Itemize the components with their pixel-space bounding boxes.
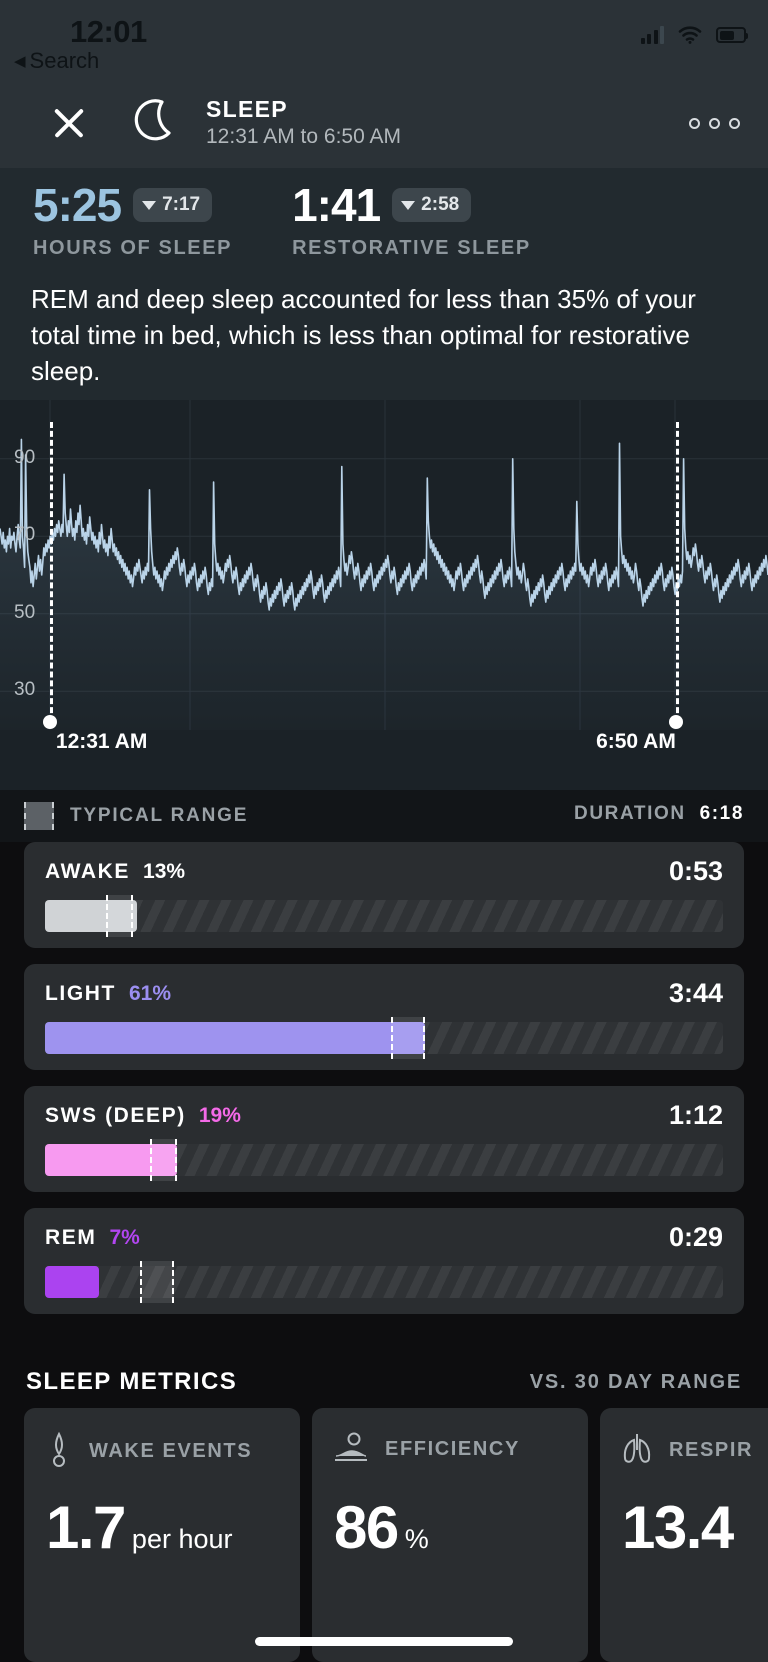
stage-progress-track (45, 1261, 723, 1303)
moon-icon (128, 93, 184, 154)
typical-range-legend: TYPICAL RANGE (24, 802, 248, 830)
hours-of-sleep-value: 5:25 (33, 179, 122, 231)
stage-duration: 0:29 (668, 1222, 723, 1252)
metric-value-group: 13.4 (622, 1494, 734, 1561)
duration-label: DURATION (574, 803, 686, 824)
stage-percent: 7% (109, 1226, 140, 1249)
metric-card-respir[interactable]: RESPIR 13.4 (600, 1408, 768, 1662)
metric-label: WAKE EVENTS (89, 1440, 253, 1462)
status-bar-icons (640, 26, 748, 44)
restorative-sleep-value: 1:41 (292, 179, 381, 231)
stage-progress-track (45, 895, 723, 937)
metric-head: RESPIR (620, 1430, 753, 1471)
signal-bars-icon (640, 26, 664, 44)
stat-hours-of-sleep: 5:25 7:17 HOURS OF SLEEP (33, 182, 232, 260)
hours-of-sleep-label: HOURS OF SLEEP (33, 237, 233, 259)
more-options-icon[interactable] (689, 117, 740, 129)
metric-head: EFFICIENCY (332, 1430, 520, 1469)
stage-card-head: SWS (DEEP) 19% (45, 1104, 241, 1128)
hours-of-sleep-comparison-value: 7:17 (162, 194, 201, 215)
wifi-icon (678, 26, 702, 44)
typical-range-label: TYPICAL RANGE (70, 805, 249, 826)
stage-progress-fill (45, 1266, 100, 1298)
stage-card-awake[interactable]: AWAKE 13% 0:53 (24, 842, 744, 948)
stage-percent: 13% (143, 860, 186, 883)
stage-card-rem[interactable]: REM 7% 0:29 (24, 1208, 744, 1314)
sleep-metrics-header: SLEEP METRICS VS. 30 DAY RANGE (0, 1368, 768, 1410)
duration-value: 6:18 (699, 803, 744, 824)
sleep-stage-cards: AWAKE 13% 0:53 LIGHT 61% 3:44 SWS (DEEP) (0, 842, 768, 1330)
status-bar: 12:01 (0, 0, 768, 78)
stage-percent: 19% (198, 1104, 241, 1127)
status-bar-time: 12:01 (70, 14, 147, 49)
typical-range-swatch-icon (24, 802, 54, 830)
stat-restorative-sleep: 1:41 2:58 RESTORATIVE SLEEP (292, 182, 531, 260)
sleep-metrics-title: SLEEP METRICS (26, 1368, 238, 1395)
header-text-block: SLEEP 12:31 AM to 6:50 AM (206, 96, 401, 149)
duration-display: DURATION 6:18 (574, 803, 744, 825)
stage-card-light[interactable]: LIGHT 61% 3:44 (24, 964, 744, 1070)
stage-duration: 0:53 (668, 856, 723, 886)
metric-card-efficiency[interactable]: EFFICIENCY 86 % (312, 1408, 588, 1662)
sleep-detail-screen: 12:01 ◀ Search SLEEP 12:31 AM to 6:50 AM… (0, 0, 768, 1662)
down-arrow-icon (401, 200, 416, 210)
restorative-sleep-label: RESTORATIVE SLEEP (292, 237, 531, 259)
restorative-sleep-comparison-value: 2:58 (421, 194, 460, 215)
restorative-sleep-comparison-pill: 2:58 (392, 188, 472, 222)
back-to-search-link[interactable]: ◀ Search (14, 48, 99, 74)
stage-typical-range-marker (150, 1139, 178, 1181)
back-caret-icon: ◀ (14, 53, 26, 70)
typical-range-legend-row: TYPICAL RANGE DURATION 6:18 (0, 790, 768, 842)
stage-card-head: AWAKE 13% (45, 860, 185, 884)
metric-head: WAKE EVENTS (44, 1430, 252, 1473)
stage-card-head: REM 7% (45, 1226, 140, 1250)
app-header: SLEEP 12:31 AM to 6:50 AM (0, 78, 768, 168)
back-label: Search (29, 48, 100, 73)
page-title: SLEEP (206, 96, 288, 123)
stage-progress-track (45, 1017, 723, 1059)
stage-name: SWS (DEEP) (45, 1104, 186, 1127)
heart-rate-chart-svg (0, 400, 768, 730)
metric-unit: per hour (131, 1524, 233, 1554)
efficiency-bed-icon (332, 1430, 370, 1469)
stage-progress-track (45, 1139, 723, 1181)
metric-label: RESPIR (669, 1439, 754, 1461)
metric-value: 13.4 (622, 1494, 734, 1561)
stage-name: LIGHT (45, 982, 116, 1005)
metric-label: EFFICIENCY (385, 1438, 520, 1460)
metric-value: 86 (334, 1494, 399, 1561)
heart-rate-chart[interactable] (0, 400, 768, 790)
metric-unit: % (404, 1524, 429, 1554)
summary-section: 5:25 7:17 HOURS OF SLEEP 1:41 2:58 RESTO… (0, 168, 768, 400)
sleep-metrics-row: WAKE EVENTS 1.7 per hour EFFICIENCY 86 %… (24, 1408, 768, 1662)
battery-icon (716, 27, 748, 43)
sleep-metrics-comparison-label: VS. 30 DAY RANGE (529, 1371, 742, 1393)
stage-typical-range-marker (390, 1017, 425, 1059)
metric-value-group: 1.7 per hour (46, 1498, 233, 1558)
stage-typical-range-marker (139, 1261, 174, 1303)
stage-card-sws-deep[interactable]: SWS (DEEP) 19% 1:12 (24, 1086, 744, 1192)
stage-name: AWAKE (45, 860, 131, 883)
hours-of-sleep-comparison-pill: 7:17 (133, 188, 213, 222)
wake-events-icon (44, 1430, 74, 1473)
summary-stats: 5:25 7:17 HOURS OF SLEEP 1:41 2:58 RESTO… (33, 182, 531, 260)
lungs-icon (620, 1430, 654, 1471)
stage-percent: 61% (129, 982, 172, 1005)
stage-duration: 1:12 (668, 1100, 723, 1130)
stage-name: REM (45, 1226, 97, 1249)
close-icon[interactable] (50, 104, 88, 142)
down-arrow-icon (142, 200, 157, 210)
stage-progress-fill (45, 1022, 425, 1054)
sleep-insight-text: REM and deep sleep accounted for less th… (31, 284, 696, 386)
metric-value: 1.7 (46, 1494, 126, 1561)
metric-card-wake-events[interactable]: WAKE EVENTS 1.7 per hour (24, 1408, 300, 1662)
stage-duration: 3:44 (668, 978, 723, 1008)
stage-card-head: LIGHT 61% (45, 982, 171, 1006)
sleep-time-range: 12:31 AM to 6:50 AM (206, 125, 401, 149)
metric-value-group: 86 % (334, 1498, 429, 1558)
home-indicator (255, 1637, 513, 1646)
stage-typical-range-marker (106, 895, 134, 937)
